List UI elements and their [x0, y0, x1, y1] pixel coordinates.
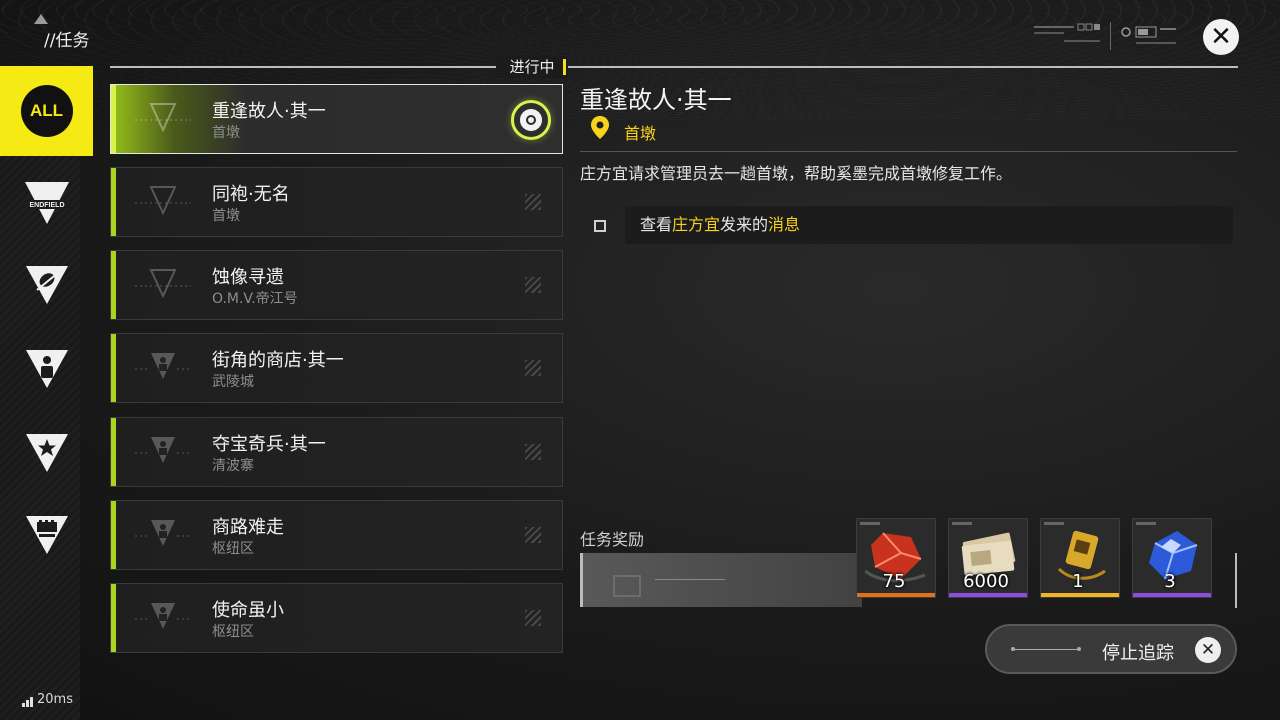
quest-location: O.M.V.帝江号 — [212, 291, 298, 307]
quest-location: 武陵城 — [212, 374, 254, 390]
stop-tracking-label: 停止追踪 — [1102, 643, 1174, 664]
quest-detail-title: 重逢故人·其一 — [580, 86, 732, 114]
signal-bars-icon — [22, 695, 33, 707]
objective-prefix: 查看 — [640, 215, 673, 234]
quest-type-icon — [135, 103, 191, 133]
quest-name: 街角的商店·其一 — [212, 350, 344, 371]
reward-item[interactable]: 6000 — [948, 518, 1028, 598]
rarity-bar — [857, 593, 935, 597]
crate-icon — [613, 575, 641, 597]
leaf-triangle-icon — [25, 266, 68, 304]
objective-middle: 发来的 — [720, 215, 769, 234]
quest-item[interactable]: 夺宝奇兵·其一 清波寨 — [110, 417, 563, 487]
quest-name: 使命虽小 — [212, 600, 284, 621]
category-side-tab[interactable] — [0, 240, 93, 330]
stripe-decoration — [525, 527, 541, 543]
triangle-logo-icon — [34, 14, 48, 24]
banner-line — [655, 579, 725, 580]
reward-item[interactable]: 75 — [856, 518, 936, 598]
detail-divider — [580, 151, 1237, 152]
quest-name: 商路难走 — [212, 517, 284, 538]
hud-barcode-icon — [1034, 23, 1100, 42]
quest-item-selected[interactable]: 重逢故人·其一 首墩 — [110, 84, 563, 154]
reward-count: 75 — [882, 571, 906, 592]
category-factory-tab[interactable] — [0, 490, 93, 580]
hud-signal-icon — [1121, 26, 1176, 44]
quest-type-icon — [135, 186, 191, 216]
quest-type-icon — [135, 269, 191, 299]
page-title: //任务 — [44, 31, 90, 51]
close-icon: ✕ — [1210, 22, 1232, 52]
all-badge: ALL — [20, 85, 73, 137]
location-pin-icon — [591, 116, 609, 139]
quest-description: 庄方宜请求管理员去一趟首墩，帮助奚墨完成首墩修复工作。 — [580, 164, 1013, 183]
reward-stripe — [1136, 522, 1156, 525]
reward-count: 1 — [1072, 571, 1084, 592]
stripe-decoration — [525, 444, 541, 460]
reward-stripe — [1044, 522, 1064, 525]
category-person-tab[interactable] — [0, 324, 93, 414]
reward-item[interactable]: 3 — [1132, 518, 1212, 598]
quest-person-icon — [135, 603, 191, 629]
objective-person: 庄方宜 — [672, 215, 721, 234]
quest-location: 清波寨 — [212, 458, 254, 474]
quest-item[interactable]: 使命虽小 枢纽区 — [110, 583, 563, 653]
close-button[interactable]: ✕ — [1203, 19, 1239, 55]
rarity-bar — [1133, 593, 1211, 597]
rewards-end-marker — [1235, 553, 1237, 608]
reward-count: 6000 — [963, 571, 1009, 592]
stripe-decoration — [525, 360, 541, 376]
reward-stripe — [860, 522, 880, 525]
objective-item: 消息 — [768, 215, 801, 234]
category-endfield-tab[interactable]: ENDFIELD — [0, 158, 93, 248]
quest-location: 首墩 — [212, 208, 240, 224]
network-status: 20ms — [22, 692, 73, 707]
reward-stripe — [952, 522, 972, 525]
reward-item[interactable]: 1 — [1040, 518, 1120, 598]
quest-detail-location: 首墩 — [624, 124, 657, 143]
category-all-tab[interactable]: ALL — [0, 66, 93, 156]
objective-checkbox — [594, 220, 606, 232]
reward-count: 3 — [1164, 571, 1176, 592]
tracking-target-icon[interactable] — [511, 100, 551, 140]
quest-name: 重逢故人·其一 — [212, 101, 326, 122]
quest-item[interactable]: 同袍·无名 首墩 — [110, 167, 563, 237]
close-circle-icon: ✕ — [1195, 637, 1221, 663]
rarity-bar — [949, 593, 1027, 597]
quest-name: 蚀像寻遗 — [212, 267, 284, 288]
quest-name: 夺宝奇兵·其一 — [212, 434, 326, 455]
quest-person-icon — [135, 520, 191, 546]
in-progress-tab[interactable]: 进行中 — [496, 56, 568, 78]
quest-objective: 查看庄方宜发来的消息 — [625, 206, 1233, 244]
stop-tracking-button[interactable]: 停止追踪 ✕ — [985, 624, 1237, 674]
quest-item[interactable]: 蚀像寻遗 O.M.V.帝江号 — [110, 250, 563, 320]
quest-location: 首墩 — [212, 125, 240, 141]
star-triangle-icon — [25, 434, 68, 472]
hud-divider — [1110, 22, 1111, 50]
quest-item[interactable]: 街角的商店·其一 武陵城 — [110, 333, 563, 403]
svg-text:ENDFIELD: ENDFIELD — [29, 202, 64, 209]
stripe-decoration — [525, 277, 541, 293]
person-triangle-icon — [25, 350, 68, 388]
quest-name: 同袍·无名 — [212, 184, 290, 205]
rarity-bar — [1041, 593, 1119, 597]
quest-person-icon — [135, 437, 191, 463]
factory-triangle-icon — [25, 516, 68, 554]
quest-item[interactable]: 商路难走 枢纽区 — [110, 500, 563, 570]
endfield-icon: ENDFIELD — [22, 182, 71, 224]
header-divider — [110, 66, 1238, 68]
category-star-tab[interactable] — [0, 408, 93, 498]
quest-location: 枢纽区 — [212, 541, 254, 557]
quest-location: 枢纽区 — [212, 624, 254, 640]
quest-person-icon — [135, 353, 191, 379]
rewards-label: 任务奖励 — [580, 530, 645, 549]
ping-value: 20ms — [37, 692, 73, 707]
rewards-banner — [580, 553, 862, 607]
stripe-decoration — [525, 194, 541, 210]
stripe-decoration — [525, 610, 541, 626]
button-line-decoration — [1011, 647, 1081, 651]
